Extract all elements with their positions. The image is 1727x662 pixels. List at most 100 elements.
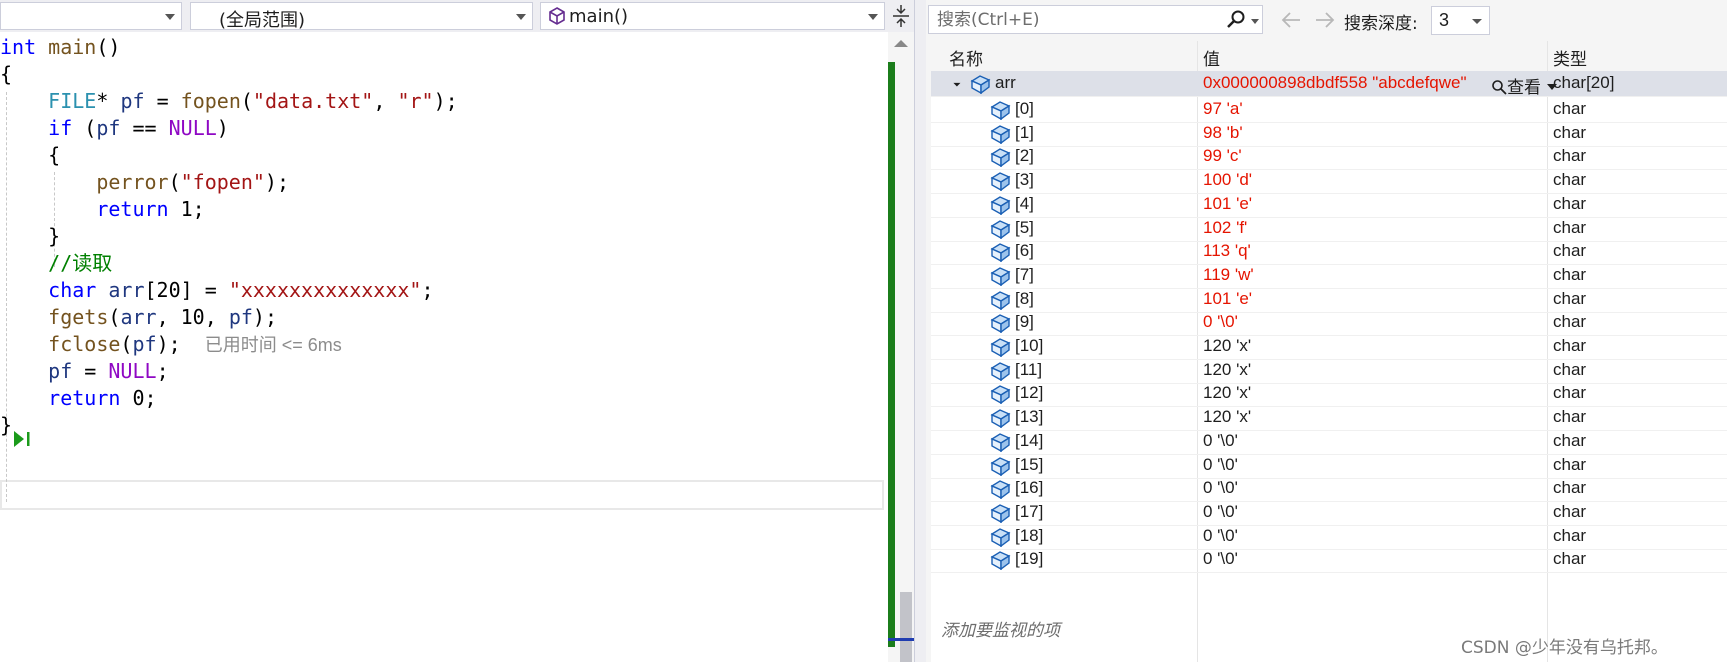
watch-row-name: [10] <box>1015 336 1044 355</box>
watch-row-name: [4] <box>1015 193 1034 213</box>
search-box[interactable] <box>928 5 1263 34</box>
watch-row[interactable]: [5] 102 'f' char <box>931 216 1727 242</box>
watch-row-type: char <box>1553 359 1587 379</box>
collapse-triangle-icon[interactable] <box>950 76 961 87</box>
function-dropdown[interactable]: main() <box>540 2 885 30</box>
search-input[interactable] <box>937 8 1207 32</box>
code-token: ) <box>216 116 229 140</box>
watch-row-name: [9] <box>1015 312 1034 332</box>
code-token: fclose <box>48 332 121 356</box>
vertical-scrollbar[interactable] <box>888 32 914 662</box>
object-icon <box>990 385 1011 405</box>
watch-row[interactable]: [10] 120 'x' char <box>931 334 1727 360</box>
scroll-up-arrow-icon[interactable] <box>894 40 908 47</box>
code-token: main <box>48 35 97 59</box>
watch-row-type: char <box>1553 525 1587 545</box>
search-depth-select[interactable]: 3 <box>1431 6 1490 35</box>
search-icon[interactable] <box>1225 9 1247 31</box>
watch-row[interactable]: [15] 0 '\0' char <box>931 453 1727 479</box>
scrollbar-thumb[interactable] <box>900 592 912 662</box>
watch-row-name: [3] <box>1015 170 1034 190</box>
code-text-area[interactable]: int main(){ FILE* pf = fopen("data.txt",… <box>0 32 888 662</box>
back-arrow-icon[interactable] <box>1278 8 1304 32</box>
code-token: arr <box>108 278 145 302</box>
code-token: FILE <box>48 89 97 113</box>
view-visualizer-button[interactable]: 查看 <box>1491 73 1557 98</box>
split-handle-icon[interactable] <box>888 2 914 30</box>
watch-row-type: char[20] <box>1553 73 1615 92</box>
watch-row-type: char <box>1553 241 1587 261</box>
search-options-dropdown-icon[interactable] <box>1251 19 1259 24</box>
code-line: char arr[20] = "xxxxxxxxxxxxxx"; <box>0 275 888 305</box>
watch-row-value: 101 'e' <box>1203 193 1253 213</box>
watch-row[interactable]: [3] 100 'd' char <box>931 168 1727 195</box>
code-token: pf <box>96 116 121 140</box>
watch-row-value: 101 'e' <box>1203 288 1253 308</box>
code-token: * <box>96 89 121 113</box>
watch-row-value: 0 '\0' <box>1203 430 1238 450</box>
watch-row-value: 113 'q' <box>1203 241 1251 261</box>
watch-row-arr[interactable]: arr 0x000000898dbdf558 "abcdefqwe" 查看 ch… <box>931 71 1727 98</box>
watch-row[interactable]: [18] 0 '\0' char <box>931 524 1727 550</box>
watch-row[interactable]: [1] 98 'b' char <box>931 121 1727 147</box>
watch-row-type: char <box>1553 478 1587 498</box>
object-icon <box>990 314 1011 334</box>
object-icon <box>990 551 1011 571</box>
watch-row[interactable]: [11] 120 'x' char <box>931 358 1727 384</box>
watch-row[interactable]: [2] 99 'c' char <box>931 144 1727 171</box>
watch-row-name: [13] <box>1015 407 1044 427</box>
code-line: int main() <box>0 32 888 62</box>
watch-row[interactable]: [12] 120 'x' char <box>931 381 1727 408</box>
watch-row[interactable]: [16] 0 '\0' char <box>931 476 1727 503</box>
code-token: arr <box>120 305 157 329</box>
code-token: "data.txt" <box>252 89 374 113</box>
watch-row-name: [1] <box>1015 122 1034 142</box>
watch-row-type: char <box>1553 146 1587 166</box>
watch-row[interactable]: [7] 119 'w' char <box>931 263 1727 289</box>
code-token: "xxxxxxxxxxxxxx" <box>228 278 422 302</box>
column-header-type[interactable]: 类型 <box>1553 45 1587 70</box>
watch-row[interactable]: [19] 0 '\0' char <box>931 547 1727 574</box>
watch-row-name: [11] <box>1015 359 1043 379</box>
watch-row-name: [15] <box>1015 454 1044 474</box>
code-token: ( <box>72 116 97 140</box>
scrollbar-caret-marker <box>888 638 914 641</box>
watch-row-value: 120 'x' <box>1203 336 1252 355</box>
watch-row-value: 98 'b' <box>1203 122 1243 142</box>
watch-row[interactable]: [17] 0 '\0' char <box>931 500 1727 526</box>
watch-row[interactable]: [0] 97 'a' char <box>931 97 1727 123</box>
current-line-highlight <box>0 480 884 510</box>
watch-row-value: 0 '\0' <box>1203 525 1238 545</box>
watch-row[interactable]: [13] 120 'x' char <box>931 405 1727 432</box>
watch-row[interactable]: [4] 101 'e' char <box>931 192 1727 218</box>
code-token: fopen <box>180 89 241 113</box>
object-icon <box>990 338 1011 357</box>
column-header-name[interactable]: 名称 <box>949 45 983 70</box>
watch-row[interactable]: [14] 0 '\0' char <box>931 429 1727 455</box>
watch-row-type: char <box>1553 549 1587 569</box>
pane-splitter[interactable] <box>914 0 926 662</box>
watch-grid-header: 名称 值 类型 <box>931 41 1727 71</box>
scope-dropdown[interactable]: (全局范围) <box>190 2 533 31</box>
watch-row-type: char <box>1553 193 1587 213</box>
watch-row-name: [14] <box>1015 430 1044 450</box>
forward-arrow-icon[interactable] <box>1312 8 1338 32</box>
project-dropdown[interactable] <box>0 2 182 30</box>
watch-row-type: char <box>1553 430 1587 450</box>
watch-row[interactable]: [8] 101 'e' char <box>931 287 1727 313</box>
object-icon <box>990 456 1011 476</box>
watch-row[interactable]: [9] 0 '\0' char <box>931 310 1727 337</box>
watch-row[interactable]: [6] 113 'q' char <box>931 239 1727 266</box>
code-token: ); <box>433 89 458 113</box>
code-line: { <box>0 140 888 170</box>
chevron-down-icon <box>165 14 175 20</box>
watch-row-value: 99 'c' <box>1203 146 1242 166</box>
column-header-value[interactable]: 值 <box>1203 45 1220 70</box>
add-watch-item-placeholder[interactable]: 添加要监视的项 <box>941 616 1060 641</box>
